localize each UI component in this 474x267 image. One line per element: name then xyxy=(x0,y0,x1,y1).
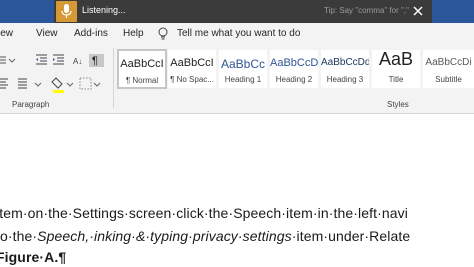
line-spacing-chevron-icon xyxy=(34,82,42,87)
doc-line-3: Figure·A.¶ xyxy=(0,249,67,265)
decrease-indent-icon xyxy=(36,54,47,65)
tab-review[interactable]: iew xyxy=(0,28,13,39)
paragraph-group-label: Paragraph xyxy=(12,100,50,109)
style-normal[interactable]: AaBbCcI ¶ Normal xyxy=(117,49,167,89)
style-sample: AaB xyxy=(378,49,414,69)
multilevel-list-icon xyxy=(0,56,6,64)
borders-icon xyxy=(79,77,92,90)
style-name: ¶ Normal xyxy=(125,76,159,85)
dictation-status: Listening... xyxy=(82,5,126,15)
close-dictation-button[interactable] xyxy=(410,3,426,19)
svg-text:¶: ¶ xyxy=(92,55,98,67)
style-name: Title xyxy=(388,75,404,84)
styles-group-label: Styles xyxy=(387,100,409,109)
paragraph-tools: A↓ ¶ xyxy=(0,54,104,93)
style-name: Heading 1 xyxy=(224,75,262,84)
shading-chevron-icon xyxy=(66,82,74,87)
style-name: Subtitle xyxy=(435,75,462,84)
microphone-icon xyxy=(61,4,72,18)
tab-view[interactable]: View xyxy=(36,28,58,39)
style-heading-2[interactable]: AaBbCcD Heading 2 xyxy=(270,50,318,88)
style-name: Heading 2 xyxy=(275,75,313,84)
shading-icon xyxy=(51,77,64,93)
style-sample: AaBbCcDi xyxy=(425,57,472,68)
microphone-button[interactable] xyxy=(56,1,77,22)
align-icons xyxy=(0,78,27,89)
style-sample: AaBbCcDd xyxy=(321,57,369,68)
doc-line-2-end: ·item·under·Relate xyxy=(291,228,411,244)
doc-line-1: item·on·the·Settings·screen·click·the·Sp… xyxy=(0,205,408,221)
chevron-down-icon xyxy=(8,58,16,63)
borders-chevron-icon xyxy=(93,82,101,87)
style-sample: AaBbCcD xyxy=(270,57,318,69)
close-icon xyxy=(413,6,423,16)
style-name: ¶ No Spac... xyxy=(170,75,214,84)
style-subtitle[interactable]: AaBbCcDi Subtitle xyxy=(423,50,474,88)
lightbulb-icon xyxy=(158,27,168,40)
doc-line-2: to·the·Speech,·inking·&·typing·privacy·s… xyxy=(0,228,410,244)
style-sample: AaBbCc xyxy=(220,57,266,71)
doc-line-2-start: to·the· xyxy=(0,228,38,244)
sort-icon: A↓ xyxy=(73,57,82,66)
svg-text:A↓: A↓ xyxy=(73,57,82,66)
style-title[interactable]: AaB Title xyxy=(372,49,420,88)
style-no-spacing[interactable]: AaBbCcI ¶ No Spac... xyxy=(168,50,216,88)
increase-indent-icon xyxy=(53,54,64,65)
document-canvas[interactable] xyxy=(0,114,474,267)
style-sample: AaBbCcI xyxy=(120,58,164,70)
tab-add-ins[interactable]: Add-ins xyxy=(74,28,108,39)
style-sample: AaBbCcI xyxy=(170,57,214,69)
tell-me-search[interactable]: Tell me what you want to do xyxy=(177,28,300,39)
style-heading-3[interactable]: AaBbCcDd Heading 3 xyxy=(321,50,369,88)
dictation-tip: Tip: Say "comma" for "," xyxy=(324,6,409,15)
style-heading-1[interactable]: AaBbCc Heading 1 xyxy=(219,50,267,88)
group-divider xyxy=(113,48,114,108)
doc-line-2-italic: Speech,·inking·&·typing·privacy·settings xyxy=(37,228,292,244)
style-name: Heading 3 xyxy=(326,75,364,84)
tab-help[interactable]: Help xyxy=(123,28,144,39)
